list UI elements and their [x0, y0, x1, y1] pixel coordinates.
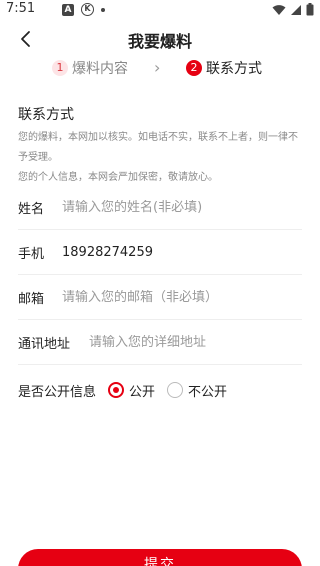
- private-radio-option[interactable]: 不公开: [167, 381, 227, 400]
- email-label: 邮箱: [18, 291, 45, 307]
- step-2-number: 2: [186, 60, 202, 76]
- notification-icons: A K: [62, 3, 105, 16]
- email-input[interactable]: [62, 289, 302, 305]
- private-radio-label: 不公开: [188, 384, 228, 400]
- email-row: 邮箱: [18, 275, 302, 320]
- public-radio-label: 公开: [129, 384, 156, 400]
- status-bar: 7:51 A K: [0, 0, 320, 20]
- public-radio-option[interactable]: 公开: [108, 381, 155, 400]
- address-input[interactable]: [89, 334, 302, 350]
- more-notifications-dot-icon: [101, 7, 105, 12]
- battery-icon: [306, 3, 314, 16]
- system-icons: [272, 3, 314, 16]
- wifi-icon: [272, 4, 286, 15]
- name-input[interactable]: [62, 199, 302, 215]
- step-content[interactable]: 1 爆料内容: [52, 58, 128, 78]
- address-label: 通讯地址: [18, 336, 71, 352]
- signal-icon: [291, 4, 301, 15]
- chevron-right-icon: ›: [154, 58, 161, 77]
- step-contact: 2 联系方式: [186, 58, 262, 78]
- verification-note: 您的爆料，本网加以核实。如电话不实，联系不上者，则一律不予受理。: [18, 132, 298, 163]
- public-info-row: 是否公开信息 公开 不公开: [18, 370, 227, 410]
- name-label: 姓名: [18, 201, 45, 217]
- app-k-notification-icon: K: [81, 3, 94, 16]
- name-row: 姓名: [18, 185, 302, 230]
- contact-section: 联系方式 您的爆料，本网加以核实。如电话不实，联系不上者，则一律不予受理。 您的…: [18, 104, 306, 188]
- step-2-label: 联系方式: [206, 61, 262, 77]
- phone-label: 手机: [18, 246, 45, 262]
- nav-bar: 我要爆料: [0, 26, 320, 54]
- app-a-notification-icon: A: [62, 3, 74, 16]
- radio-checked-icon[interactable]: [108, 382, 125, 398]
- page-title: 我要爆料: [127, 32, 192, 51]
- public-info-label: 是否公开信息: [18, 384, 97, 400]
- status-time: 7:51: [6, 1, 36, 16]
- step-1-number: 1: [52, 60, 68, 76]
- submit-button[interactable]: 提交: [18, 549, 302, 566]
- step-1-label: 爆料内容: [72, 61, 128, 77]
- step-indicator: 1 爆料内容 › 2 联系方式: [0, 58, 320, 80]
- section-title: 联系方式: [18, 107, 74, 123]
- phone-input[interactable]: [62, 244, 302, 260]
- phone-row: 手机: [18, 230, 302, 275]
- address-row: 通讯地址: [18, 320, 302, 365]
- radio-unchecked-icon[interactable]: [167, 382, 184, 398]
